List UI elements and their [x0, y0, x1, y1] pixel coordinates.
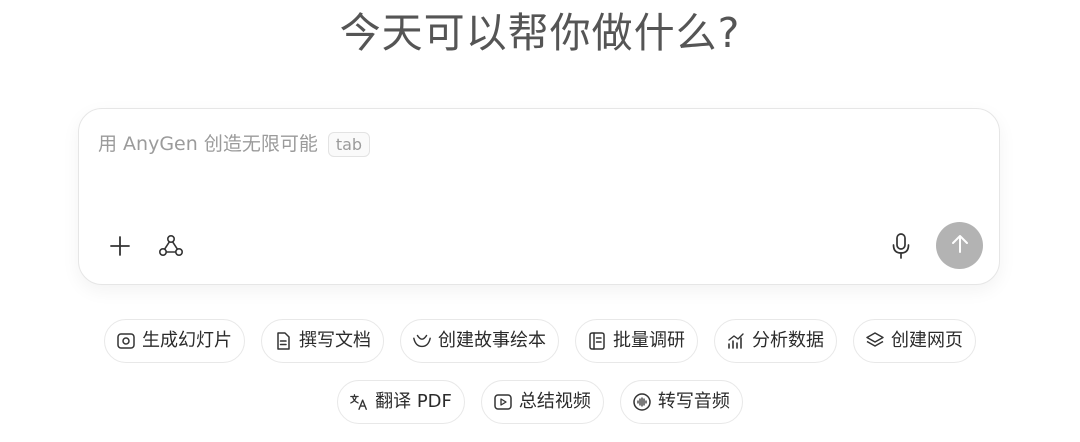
chart-icon — [726, 331, 746, 351]
document-icon — [273, 331, 293, 351]
tab-hint-badge: tab — [327, 131, 371, 157]
prompt-composer[interactable]: 用 AnyGen 创造无限可能 tab — [78, 108, 1000, 285]
chip-translate-pdf[interactable]: 翻译 PDF — [337, 380, 465, 424]
chip-summarize-video[interactable]: 总结视频 — [480, 380, 604, 424]
quick-actions-row-1: 生成幻灯片 撰写文档 创建故事绘本 批量调研 分析数据 创建网页 — [0, 319, 1080, 363]
plus-icon — [109, 235, 131, 257]
chip-label: 总结视频 — [518, 391, 591, 412]
quick-actions-row-2: 翻译 PDF 总结视频 转写音频 — [0, 380, 1080, 424]
chip-generate-slides[interactable]: 生成幻灯片 — [104, 319, 245, 363]
page: 今天可以帮你做什么? 用 AnyGen 创造无限可能 tab 生成幻灯片 撰写文… — [0, 0, 1080, 442]
send-button[interactable] — [936, 222, 983, 269]
nodes-icon — [158, 234, 184, 258]
chip-batch-research[interactable]: 批量调研 — [575, 319, 698, 363]
chip-label: 创建网页 — [891, 330, 963, 351]
chip-create-webpage[interactable]: 创建网页 — [853, 319, 976, 363]
chip-create-storybook[interactable]: 创建故事绘本 — [400, 319, 559, 363]
translate-icon — [349, 392, 369, 412]
chip-label: 撰写文档 — [299, 330, 371, 351]
prompt-input[interactable]: 用 AnyGen 创造无限可能 tab — [98, 131, 371, 157]
slides-icon — [116, 331, 136, 351]
chip-label: 分析数据 — [752, 330, 824, 351]
voice-input-button[interactable] — [881, 230, 921, 262]
chip-label: 创建故事绘本 — [438, 330, 546, 351]
chip-label: 生成幻灯片 — [142, 330, 232, 351]
audio-icon — [632, 392, 652, 412]
arrow-up-icon — [948, 232, 972, 260]
chip-analyze-data[interactable]: 分析数据 — [714, 319, 837, 363]
prompt-placeholder: 用 AnyGen 创造无限可能 — [98, 133, 318, 155]
chip-label: 批量调研 — [613, 330, 685, 351]
chip-transcribe-audio[interactable]: 转写音频 — [619, 380, 743, 424]
chip-label: 翻译 PDF — [375, 391, 452, 412]
chip-label: 转写音频 — [657, 391, 730, 412]
layers-icon — [865, 331, 885, 351]
chip-write-document[interactable]: 撰写文档 — [261, 319, 384, 363]
video-icon — [493, 392, 513, 412]
add-attachment-button[interactable] — [100, 230, 140, 262]
page-title: 今天可以帮你做什么? — [339, 9, 741, 57]
workflow-button[interactable] — [151, 230, 191, 262]
research-icon — [587, 331, 607, 351]
microphone-icon — [890, 232, 912, 260]
storybook-icon — [412, 331, 432, 351]
